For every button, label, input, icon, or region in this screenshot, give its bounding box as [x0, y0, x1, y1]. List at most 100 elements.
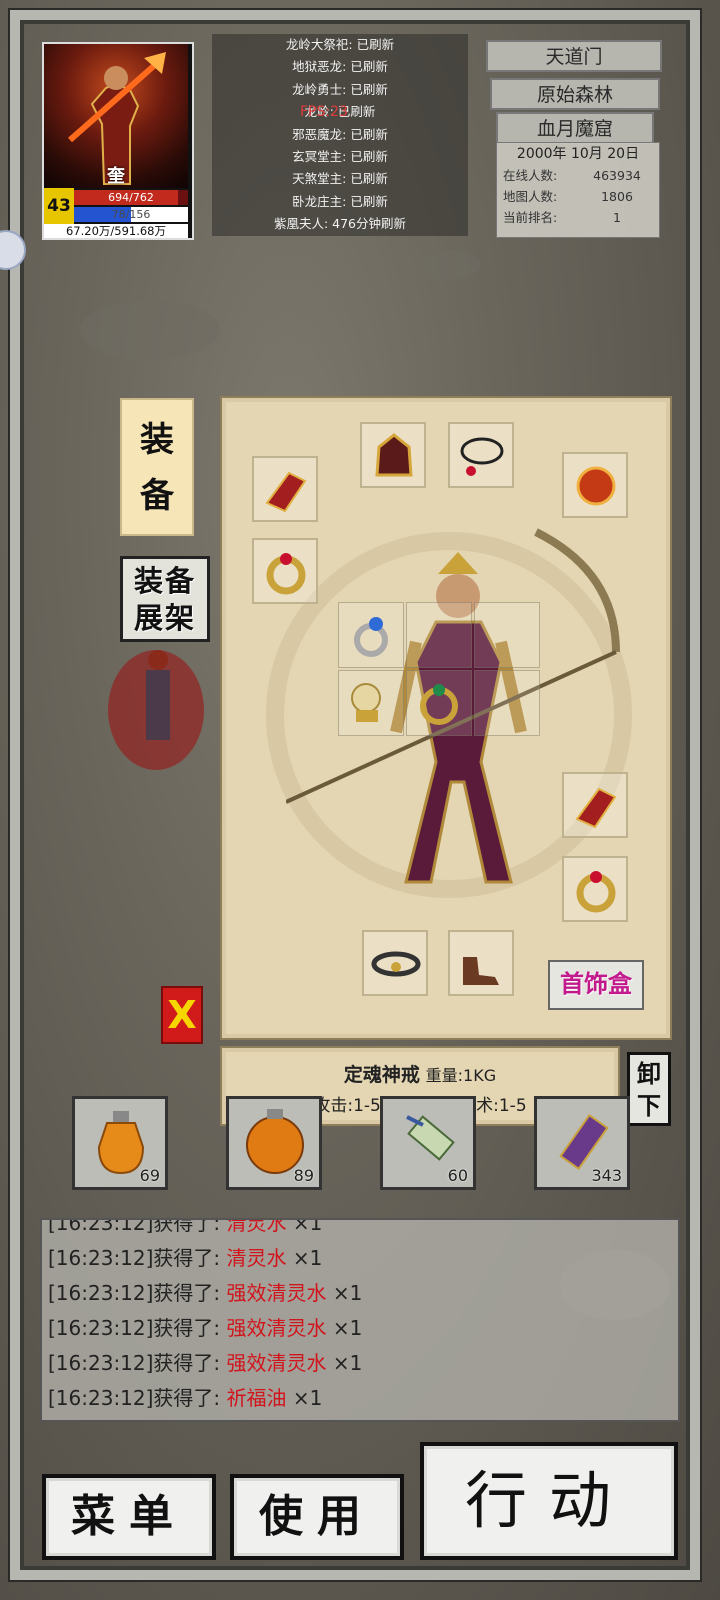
- hp-bar: 694/762: [74, 190, 188, 205]
- helmet-icon: [375, 433, 413, 477]
- log-qty: ×1: [326, 1281, 363, 1305]
- action-button[interactable]: 行动: [420, 1442, 678, 1560]
- log-qty: ×1: [326, 1351, 363, 1375]
- quick-slot-3[interactable]: 60: [380, 1096, 476, 1190]
- quick-count: 69: [139, 1166, 160, 1185]
- boss-row: 天煞堂主: 已刷新: [292, 171, 388, 187]
- boss-row: 龙岭勇士: 已刷新: [292, 81, 388, 97]
- shelf-label-line: 装备: [133, 564, 196, 598]
- slot-boots[interactable]: [448, 930, 514, 996]
- boots-icon: [463, 957, 499, 985]
- quick-count: 60: [447, 1166, 468, 1185]
- ring-icon: [266, 553, 306, 595]
- equipment-tab-char: 备: [140, 476, 174, 516]
- log-item: 清灵水: [226, 1246, 287, 1270]
- log-item: 祈福油: [226, 1386, 287, 1410]
- monster-sprite[interactable]: [96, 630, 226, 780]
- slot-extra-empty-1[interactable]: [406, 602, 472, 668]
- unequip-button[interactable]: 卸 下: [627, 1052, 671, 1126]
- info-label: 在线人数:: [503, 168, 558, 183]
- medal-icon: [576, 466, 616, 506]
- bracelet-icon: [265, 471, 307, 513]
- log-prefix: [16:23:12]获得了:: [48, 1218, 227, 1235]
- item-weight: 重量:1KG: [425, 1066, 497, 1085]
- message-log[interactable]: [16:23:12]获得了: 清灵水 ×1 [16:23:12]获得了: 清灵水…: [40, 1218, 680, 1422]
- log-row: [16:23:12]获得了: 强效清灵水 ×1: [42, 1276, 678, 1311]
- log-prefix: [16:23:12]获得了:: [48, 1316, 227, 1340]
- slot-extra-ring-2[interactable]: [406, 670, 472, 736]
- location-button-cave[interactable]: 血月魔窟: [496, 112, 654, 144]
- slot-bracelet-right[interactable]: [562, 772, 628, 838]
- slot-extra-empty-3[interactable]: [474, 670, 540, 736]
- boss-row: 卧龙庄主: 已刷新: [292, 193, 388, 209]
- quick-count: 343: [591, 1166, 622, 1185]
- log-qty: ×1: [286, 1386, 323, 1410]
- unequip-char: 卸: [637, 1060, 661, 1088]
- boss-row: 地狱恶龙: 已刷新: [292, 59, 388, 75]
- equipment-tab[interactable]: 装 备: [120, 398, 194, 536]
- slot-belt[interactable]: [362, 930, 428, 996]
- server-date: 2000年 10月 20日: [516, 146, 640, 162]
- menu-button[interactable]: 菜单: [42, 1474, 216, 1560]
- boss-row: 邪恶魔龙: 已刷新: [292, 126, 388, 142]
- boss-row: 玄冥堂主: 已刷新: [292, 148, 388, 164]
- log-qty: ×1: [286, 1246, 323, 1270]
- slot-extra-ring-1[interactable]: [338, 602, 404, 668]
- equipment-tab-char: 装: [140, 420, 174, 460]
- info-value: 1: [613, 210, 621, 225]
- info-label: 地图人数:: [503, 189, 558, 204]
- emerald-ring-icon: [420, 684, 458, 725]
- slot-bracelet-left-top[interactable]: [252, 456, 318, 522]
- slot-extra-empty-2[interactable]: [474, 602, 540, 668]
- blue-gem-ring-icon: [354, 617, 388, 657]
- quick-slot-4[interactable]: 343: [534, 1096, 630, 1190]
- close-equipment-button[interactable]: X: [161, 986, 203, 1044]
- item-title-line: 定魂神戒 重量:1KG: [226, 1060, 614, 1087]
- slot-necklace[interactable]: [448, 422, 514, 488]
- belt-icon: [371, 951, 421, 977]
- slot-extra-glove[interactable]: [338, 670, 404, 736]
- log-prefix: [16:23:12]获得了:: [48, 1246, 227, 1270]
- quick-slot-1[interactable]: 69: [72, 1096, 168, 1190]
- slot-ring-left[interactable]: [252, 538, 318, 604]
- location-button-forest[interactable]: 原始森林: [490, 78, 660, 110]
- slot-helmet[interactable]: [360, 422, 426, 488]
- log-qty: ×1: [326, 1316, 363, 1340]
- log-row: [16:23:12]获得了: 强效清灵水 ×1: [42, 1311, 678, 1346]
- equipment-panel: [220, 396, 672, 1040]
- log-prefix: [16:23:12]获得了:: [48, 1351, 227, 1375]
- info-row-map: 地图人数: 1806: [497, 186, 659, 207]
- unequip-char: 下: [637, 1092, 661, 1120]
- bracelet-icon: [575, 787, 617, 829]
- mp-text: 78/156: [111, 208, 151, 221]
- log-item: 清灵水: [226, 1218, 287, 1235]
- log-row: [16:23:12]获得了: 清灵水 ×1: [42, 1218, 678, 1241]
- log-row: [16:23:12]获得了: 祈福油 ×1: [42, 1381, 678, 1416]
- log-item: 强效清灵水: [226, 1351, 327, 1375]
- ground-rock: [420, 250, 480, 280]
- necklace-icon: [460, 437, 504, 476]
- player-portrait: 奎: [44, 44, 188, 188]
- log-row: [16:23:12]获得了: 清灵水 ×1: [42, 1241, 678, 1276]
- player-level: 43: [44, 188, 74, 224]
- slot-medal[interactable]: [562, 452, 628, 518]
- log-row: [16:23:12]获得了: 强效清灵水 ×1: [42, 1346, 678, 1381]
- item-name: 定魂神戒: [343, 1064, 420, 1086]
- log-prefix: [16:23:12]获得了:: [48, 1386, 227, 1410]
- log-prefix: [16:23:12]获得了:: [48, 1281, 227, 1305]
- player-card[interactable]: 奎 43 694/762 78/156 67.20万/591.68万: [42, 42, 194, 240]
- hp-text: 694/762: [108, 191, 154, 204]
- boss-refresh-list: 龙岭大祭祀: 已刷新 地狱恶龙: 已刷新 龙岭勇士: 已刷新 龙岭: 已刷新 邪…: [212, 34, 468, 236]
- log-item: 强效清灵水: [226, 1281, 327, 1305]
- pearl-glove-icon: [351, 683, 381, 722]
- use-button[interactable]: 使用: [230, 1474, 404, 1560]
- boss-row: 紫凰夫人: 476分钟刷新: [273, 216, 407, 232]
- exp-text: 67.20万/591.68万: [44, 224, 188, 238]
- info-value: 463934: [593, 168, 641, 183]
- quick-slot-2[interactable]: 89: [226, 1096, 322, 1190]
- jewelry-box-button[interactable]: 首饰盒: [548, 960, 644, 1010]
- location-button-tiandaomen[interactable]: 天道门: [486, 40, 662, 72]
- server-info-box: 2000年 10月 20日 在线人数: 463934 地图人数: 1806 当前…: [496, 142, 660, 238]
- ground-rock: [80, 300, 220, 360]
- slot-ring-right[interactable]: [562, 856, 628, 922]
